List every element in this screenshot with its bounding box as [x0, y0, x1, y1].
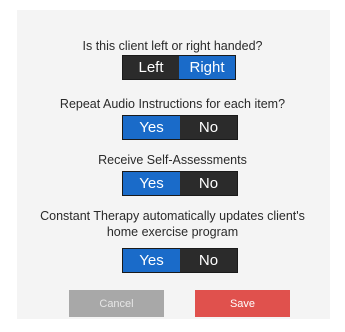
self-assessments-option-no[interactable]: No: [180, 172, 237, 195]
save-button[interactable]: Save: [195, 290, 290, 317]
repeat-audio-option-no[interactable]: No: [180, 116, 237, 139]
cancel-button[interactable]: Cancel: [69, 290, 164, 317]
repeat-audio-question: Repeat Audio Instructions for each item?: [59, 97, 286, 111]
home-program-toggle: Yes No: [122, 248, 238, 273]
repeat-audio-toggle: Yes No: [122, 115, 238, 140]
handedness-option-left[interactable]: Left: [123, 56, 179, 79]
self-assessments-question: Receive Self-Assessments: [98, 153, 247, 167]
handedness-option-right[interactable]: Right: [179, 56, 235, 79]
home-program-option-yes[interactable]: Yes: [123, 249, 180, 272]
repeat-audio-option-yes[interactable]: Yes: [123, 116, 180, 139]
self-assessments-toggle: Yes No: [122, 171, 238, 196]
home-program-question-line1: Constant Therapy automatically updates c…: [40, 209, 305, 223]
handedness-question: Is this client left or right handed?: [82, 39, 263, 53]
home-program-option-no[interactable]: No: [180, 249, 237, 272]
self-assessments-option-yes[interactable]: Yes: [123, 172, 180, 195]
home-program-question-line2: home exercise program: [106, 225, 239, 239]
handedness-toggle: Left Right: [122, 55, 236, 80]
